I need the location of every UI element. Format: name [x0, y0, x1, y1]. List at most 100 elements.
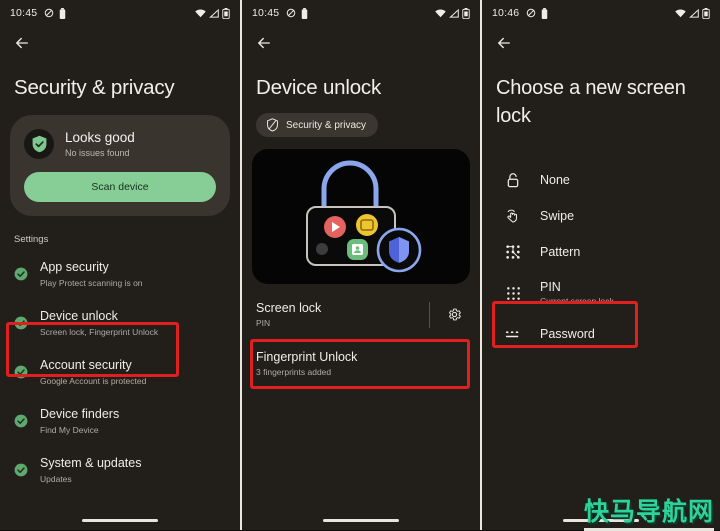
watermark-text: 快马导航网: [583, 497, 714, 531]
security-status-card[interactable]: Looks good No issues found Scan device: [10, 115, 230, 216]
wifi-icon: [435, 8, 446, 18]
list-item-app-security[interactable]: App security Play Protect scanning is on: [0, 249, 240, 298]
choice-title: Pattern: [540, 245, 581, 259]
shield-icon: [266, 118, 279, 132]
battery-saver-icon: [541, 7, 548, 19]
wifi-icon: [675, 8, 686, 18]
panel-security-privacy: 10:45 Security & privacy Looks good No i…: [0, 0, 240, 530]
list-item-device-finders[interactable]: Device finders Find My Device: [0, 396, 240, 445]
padlock-apps-illustration: [252, 149, 470, 284]
status-right-icons: [195, 7, 230, 19]
choice-title: Swipe: [540, 209, 575, 223]
pattern-icon: [504, 243, 522, 261]
choice-password[interactable]: Password: [482, 316, 720, 352]
shield-check-icon: [24, 129, 54, 159]
list-item-text: Device finders Find My Device: [40, 405, 119, 436]
status-left-icons: [44, 7, 66, 19]
dnd-icon: [286, 8, 296, 18]
check-circle-icon: [14, 316, 28, 330]
choice-pattern[interactable]: Pattern: [482, 234, 720, 270]
gear-icon[interactable]: [442, 303, 466, 327]
list-item-title: Fingerprint Unlock: [256, 350, 358, 364]
lock-open-icon: [504, 171, 522, 189]
list-item-title: Account security: [40, 358, 132, 372]
list-item-title: App security: [40, 260, 109, 274]
list-item-device-unlock[interactable]: Device unlock Screen lock, Fingerprint U…: [0, 298, 240, 347]
status-time: 10:45: [10, 7, 38, 19]
home-indicator: [323, 519, 399, 522]
list-item-title: Screen lock: [256, 301, 322, 315]
status-card-title: Looks good: [65, 129, 135, 145]
choice-title: Password: [540, 327, 595, 341]
choice-text: Password: [540, 326, 595, 342]
page-title: Choose a new screen lock: [496, 77, 686, 127]
choice-text: None: [540, 172, 570, 188]
list-item-system-updates[interactable]: System & updates Updates: [0, 445, 240, 494]
row-divider: [429, 301, 430, 328]
three-panel-screenshot: 10:45 Security & privacy Looks good No i…: [0, 0, 720, 531]
status-right-icons: [435, 7, 470, 19]
list-item-text: Fingerprint Unlock 3 fingerprints added: [256, 349, 466, 378]
status-left-icons: [286, 7, 308, 19]
wifi-icon: [195, 8, 206, 18]
pin-dots-icon: [504, 284, 522, 302]
list-item-subtitle: 3 fingerprints added: [256, 367, 332, 377]
status-card-subtitle: No issues found: [65, 147, 130, 158]
list-item-fingerprint-unlock[interactable]: Fingerprint Unlock 3 fingerprints added: [242, 339, 480, 388]
check-circle-icon: [14, 414, 28, 428]
status-bar: 10:45: [0, 0, 240, 26]
password-icon: [504, 325, 522, 343]
check-circle-icon: [14, 463, 28, 477]
signal-icon: [449, 8, 459, 18]
battery-icon: [462, 7, 470, 19]
back-button[interactable]: [252, 31, 276, 55]
choice-text: Pattern: [540, 244, 580, 260]
choice-text: PIN Current screen lock: [540, 279, 614, 307]
list-item-subtitle: Google Account is protected: [40, 376, 147, 386]
top-app-bar-1: [0, 26, 240, 60]
site-watermark: 快马导航网: [583, 497, 714, 531]
back-button[interactable]: [10, 31, 34, 55]
page-title: Security & privacy: [14, 76, 175, 99]
status-card-header: Looks good No issues found: [24, 129, 216, 159]
signal-icon: [209, 8, 219, 18]
status-card-text: Looks good No issues found: [65, 130, 135, 159]
status-time: 10:45: [252, 7, 280, 19]
list-item-text: Screen lock PIN: [256, 300, 429, 329]
scan-device-button[interactable]: Scan device: [24, 172, 216, 202]
status-left-icons: [526, 7, 548, 19]
list-item-subtitle: PIN: [256, 318, 271, 328]
list-item-text: Device unlock Screen lock, Fingerprint U…: [40, 307, 158, 338]
settings-section-label: Settings: [14, 234, 49, 245]
choice-subtitle: Current screen lock: [540, 296, 614, 306]
list-item-account-security[interactable]: Account security Google Account is prote…: [0, 347, 240, 396]
status-bar: 10:46: [482, 0, 720, 26]
choice-pin[interactable]: PIN Current screen lock: [482, 270, 720, 316]
panel-choose-screen-lock: 10:46 Choose a new screen lock None Swip…: [480, 0, 720, 530]
choice-title: PIN: [540, 280, 561, 294]
battery-saver-icon: [301, 7, 308, 19]
choice-swipe[interactable]: Swipe: [482, 198, 720, 234]
list-item-text: System & updates Updates: [40, 454, 141, 485]
status-right-icons: [675, 7, 710, 19]
dnd-icon: [526, 8, 536, 18]
choice-title: None: [540, 173, 570, 187]
list-item-subtitle: Screen lock, Fingerprint Unlock: [40, 327, 159, 337]
top-app-bar-3: [482, 26, 720, 60]
battery-icon: [222, 7, 230, 19]
list-item-subtitle: Updates: [40, 474, 72, 484]
swipe-icon: [504, 207, 522, 225]
list-item-title: Device finders: [40, 407, 120, 421]
list-item-text: App security Play Protect scanning is on: [40, 258, 143, 289]
list-item-subtitle: Find My Device: [40, 425, 99, 435]
battery-icon: [702, 7, 710, 19]
top-app-bar-2: [242, 26, 480, 60]
back-button[interactable]: [492, 31, 516, 55]
list-item-screen-lock[interactable]: Screen lock PIN: [242, 290, 480, 339]
check-circle-icon: [14, 267, 28, 281]
choice-none[interactable]: None: [482, 162, 720, 198]
breadcrumb-chip-security-privacy[interactable]: Security & privacy: [256, 113, 379, 137]
signal-icon: [689, 8, 699, 18]
check-circle-icon: [14, 365, 28, 379]
status-bar: 10:45: [242, 0, 480, 26]
